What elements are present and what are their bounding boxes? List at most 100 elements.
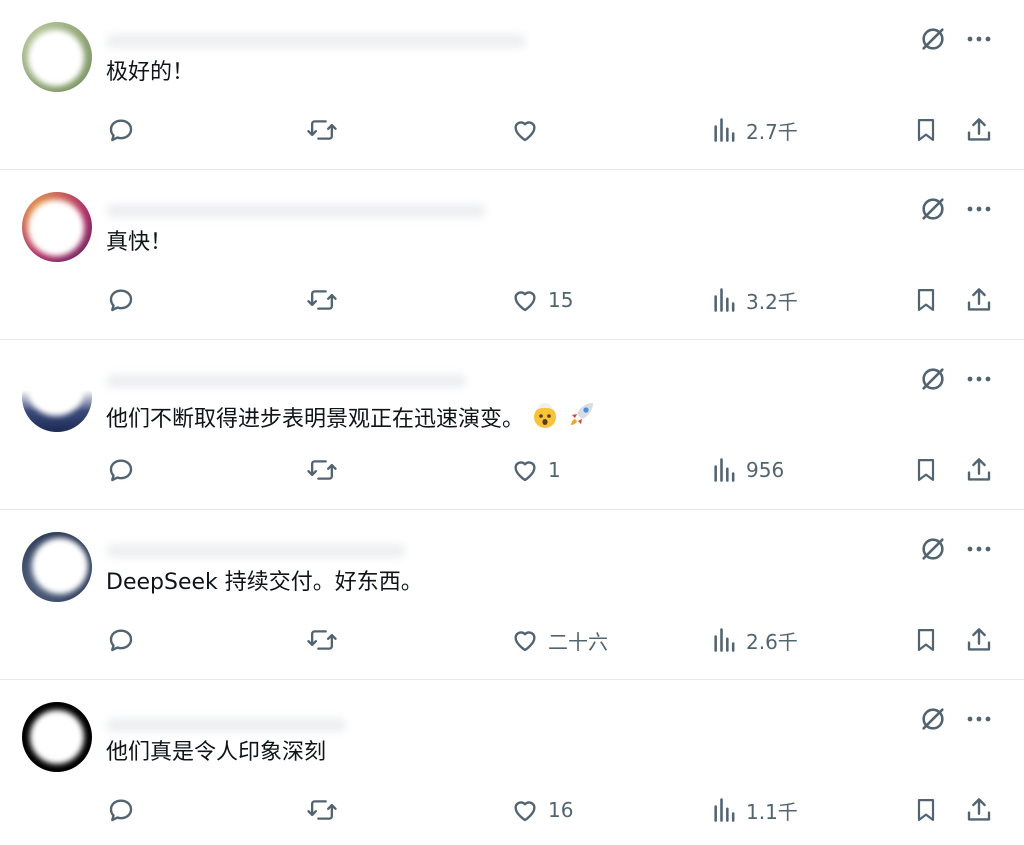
blurred-username (106, 544, 406, 558)
avatar[interactable] (22, 22, 92, 92)
reply-button[interactable] (106, 792, 136, 828)
more-options-icon[interactable] (962, 702, 996, 736)
action-bar: 1 956 (0, 452, 1024, 488)
avatar[interactable] (22, 532, 92, 602)
views-button[interactable]: 1.1千 (712, 792, 798, 828)
reply-text: DeepSeek 持续交付。好东西。 (106, 570, 423, 595)
reply-item[interactable]: 他们真是令人印象深刻 16 1.1千 (0, 680, 1024, 845)
avatar[interactable] (22, 362, 92, 432)
replies-feed: 极好的！ 2.7千 真快！ 15 3.2千 他们不断取得进步表明景观正在迅速演变… (0, 0, 1024, 845)
speech-bubble-icon (109, 119, 133, 142)
grok-icon[interactable] (916, 192, 950, 226)
bookmark-button[interactable] (912, 622, 940, 658)
action-bar: 15 3.2千 (0, 282, 1024, 318)
blurred-username (106, 204, 486, 218)
bookmark-button[interactable] (912, 282, 940, 318)
repost-arrows-icon (307, 460, 337, 480)
share-upload-icon (967, 628, 991, 651)
repost-button[interactable] (306, 282, 338, 318)
bookmark-button[interactable] (912, 452, 940, 488)
reply-item[interactable]: 极好的！ 2.7千 (0, 0, 1024, 170)
like-button[interactable]: 二十六 (510, 622, 608, 658)
grok-icon[interactable] (916, 22, 950, 56)
bar-chart-icon (714, 798, 735, 822)
bookmark-icon (917, 458, 935, 482)
more-options-icon[interactable] (962, 22, 996, 56)
action-bar: 2.7千 (0, 112, 1024, 148)
views-button[interactable]: 2.7千 (712, 112, 798, 148)
like-count: 1 (548, 458, 561, 482)
reply-item[interactable]: 他们不断取得进步表明景观正在迅速演变。 1 956 (0, 340, 1024, 510)
bar-chart-icon (714, 118, 735, 142)
more-options-icon[interactable] (962, 362, 996, 396)
grok-icon[interactable] (916, 362, 950, 396)
views-button[interactable]: 956 (712, 452, 784, 488)
reply-item[interactable]: DeepSeek 持续交付。好东西。 二十六 2.6千 (0, 510, 1024, 680)
views-button[interactable]: 2.6千 (712, 622, 798, 658)
view-count: 3.2千 (746, 289, 798, 314)
view-count: 2.7千 (746, 119, 798, 144)
exploding-head-emoji (530, 400, 560, 439)
bookmark-icon (917, 288, 935, 312)
like-button[interactable]: 16 (510, 792, 573, 828)
repost-arrows-icon (307, 800, 337, 820)
views-button[interactable]: 3.2千 (712, 282, 798, 318)
like-button[interactable]: 1 (510, 452, 561, 488)
repost-button[interactable] (306, 112, 338, 148)
share-button[interactable] (964, 282, 994, 318)
avatar[interactable] (22, 192, 92, 262)
repost-button[interactable] (306, 452, 338, 488)
bookmark-button[interactable] (912, 792, 940, 828)
share-upload-icon (967, 118, 991, 141)
avatar[interactable] (22, 702, 92, 772)
share-upload-icon (967, 798, 991, 821)
share-button[interactable] (964, 452, 994, 488)
bar-chart-icon (714, 458, 735, 482)
like-button[interactable] (510, 112, 548, 148)
heart-icon (514, 291, 536, 312)
share-button[interactable] (964, 112, 994, 148)
speech-bubble-icon (109, 289, 133, 312)
speech-bubble-icon (109, 799, 133, 822)
reply-button[interactable] (106, 282, 136, 318)
more-options-icon[interactable] (962, 192, 996, 226)
bookmark-icon (917, 798, 935, 822)
like-count: 二十六 (548, 629, 608, 654)
like-count: 16 (548, 798, 574, 822)
reply-text: 真快！ (106, 230, 173, 255)
speech-bubble-icon (109, 629, 133, 652)
reply-button[interactable] (106, 622, 136, 658)
like-button[interactable]: 15 (510, 282, 573, 318)
more-options-icon[interactable] (962, 532, 996, 566)
blurred-username (106, 34, 526, 48)
view-count: 1.1千 (746, 799, 798, 824)
bookmark-button[interactable] (912, 112, 940, 148)
share-button[interactable] (964, 622, 994, 658)
reply-text: 极好的！ (106, 60, 195, 85)
bookmark-icon (917, 628, 935, 652)
heart-icon (514, 121, 536, 142)
heart-icon (514, 631, 536, 652)
repost-button[interactable] (306, 792, 338, 828)
rocket-emoji (566, 398, 598, 439)
bar-chart-icon (714, 288, 735, 312)
share-button[interactable] (964, 792, 994, 828)
share-upload-icon (967, 458, 991, 481)
action-bar: 16 1.1千 (0, 792, 1024, 828)
repost-arrows-icon (307, 290, 337, 310)
share-upload-icon (967, 288, 991, 311)
reply-item[interactable]: 真快！ 15 3.2千 (0, 170, 1024, 340)
repost-arrows-icon (307, 120, 337, 140)
reply-button[interactable] (106, 452, 136, 488)
repost-arrows-icon (307, 630, 337, 650)
reply-button[interactable] (106, 112, 136, 148)
blurred-username (106, 718, 346, 732)
like-count: 15 (548, 288, 574, 312)
grok-icon[interactable] (916, 532, 950, 566)
bar-chart-icon (714, 628, 735, 652)
grok-icon[interactable] (916, 702, 950, 736)
view-count: 2.6千 (746, 629, 798, 654)
reply-text: 他们真是令人印象深刻 (106, 740, 327, 765)
repost-button[interactable] (306, 622, 338, 658)
action-bar: 二十六 2.6千 (0, 622, 1024, 658)
